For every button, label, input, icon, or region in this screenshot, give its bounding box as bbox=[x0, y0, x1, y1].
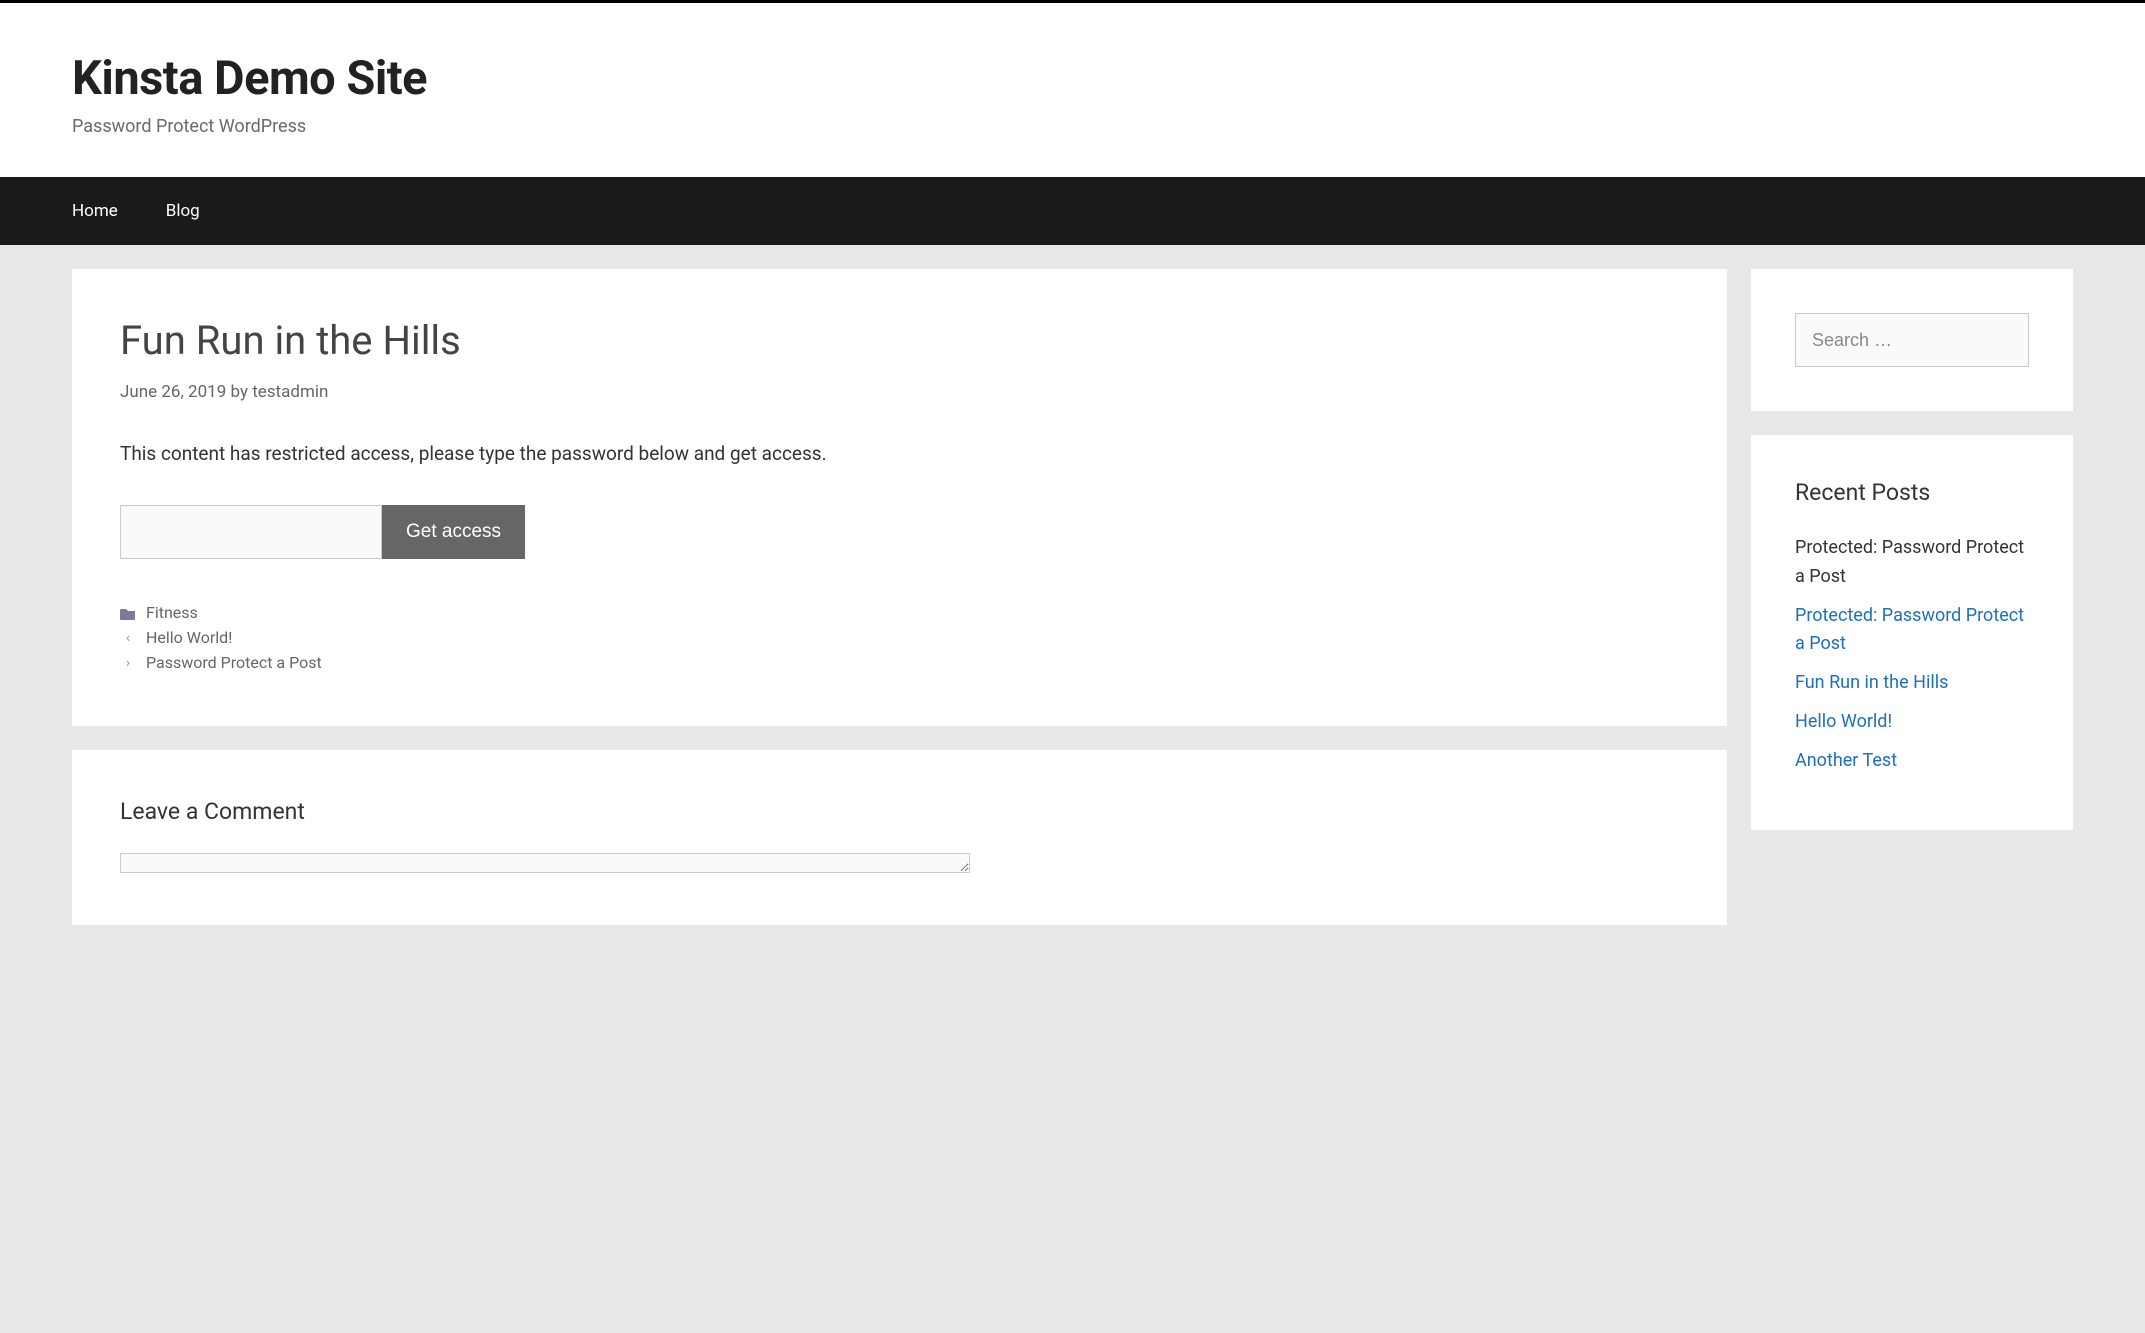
comment-section: Leave a Comment bbox=[72, 750, 1727, 925]
recent-post-link[interactable]: Another Test bbox=[1795, 750, 1897, 771]
search-widget bbox=[1751, 269, 2073, 411]
password-input[interactable] bbox=[120, 505, 382, 559]
recent-post-link[interactable]: Protected: Password Protect a Post bbox=[1795, 605, 2024, 655]
primary-nav: Home Blog bbox=[0, 177, 2145, 245]
recent-post-link[interactable]: Protected: Password Protect a Post bbox=[1795, 537, 2024, 587]
next-post-link[interactable]: Password Protect a Post bbox=[146, 653, 322, 672]
restricted-access-message: This content has restricted access, plea… bbox=[120, 442, 1679, 465]
nav-item-home[interactable]: Home bbox=[72, 177, 142, 245]
nav-item-blog[interactable]: Blog bbox=[166, 177, 224, 245]
post-date: June 26, 2019 bbox=[120, 382, 226, 402]
chevron-left-icon: ‹ bbox=[120, 630, 136, 646]
category-link[interactable]: Fitness bbox=[146, 603, 198, 622]
search-input[interactable] bbox=[1795, 313, 2029, 367]
recent-post-link[interactable]: Hello World! bbox=[1795, 711, 1892, 732]
site-tagline: Password Protect WordPress bbox=[72, 116, 2073, 137]
site-header: Kinsta Demo Site Password Protect WordPr… bbox=[0, 3, 2145, 177]
folder-icon bbox=[120, 606, 136, 620]
recent-posts-widget: Recent Posts Protected: Password Protect… bbox=[1751, 435, 2073, 830]
leave-comment-title: Leave a Comment bbox=[120, 798, 1679, 825]
post-author-link[interactable]: testadmin bbox=[252, 382, 328, 402]
post-card: Fun Run in the Hills June 26, 2019 by te… bbox=[72, 269, 1727, 726]
site-title[interactable]: Kinsta Demo Site bbox=[72, 51, 2073, 106]
chevron-right-icon: › bbox=[120, 655, 136, 671]
password-form: Get access bbox=[120, 505, 1679, 559]
post-footer-meta: Fitness ‹ Hello World! › Password Protec… bbox=[120, 603, 1679, 672]
recent-posts-title: Recent Posts bbox=[1795, 479, 2029, 506]
post-title: Fun Run in the Hills bbox=[120, 317, 1679, 364]
prev-post-link[interactable]: Hello World! bbox=[146, 628, 232, 647]
post-meta: June 26, 2019 by testadmin bbox=[120, 382, 1679, 402]
recent-post-link[interactable]: Fun Run in the Hills bbox=[1795, 672, 1948, 693]
comment-textarea[interactable] bbox=[120, 853, 970, 873]
post-by-text: by bbox=[230, 382, 248, 402]
get-access-button[interactable]: Get access bbox=[382, 505, 525, 559]
